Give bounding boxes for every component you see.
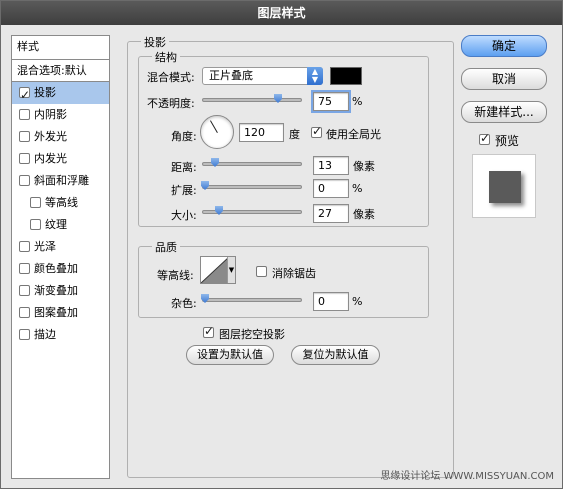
spread-label: 扩展: bbox=[171, 184, 197, 197]
style-item-checkbox[interactable] bbox=[19, 329, 30, 340]
size-slider-thumb[interactable] bbox=[215, 206, 223, 215]
style-item-label: 等高线 bbox=[45, 196, 78, 209]
style-item[interactable]: 外发光 bbox=[12, 126, 109, 148]
angle-dial[interactable] bbox=[200, 115, 234, 149]
ok-button[interactable]: 确定 bbox=[461, 35, 547, 57]
style-item[interactable]: 投影 bbox=[12, 82, 109, 106]
style-item-label: 颜色叠加 bbox=[34, 262, 78, 275]
style-item-checkbox[interactable] bbox=[19, 131, 30, 142]
reset-default-button[interactable]: 复位为默认值 bbox=[291, 345, 380, 365]
style-item-checkbox[interactable] bbox=[30, 197, 41, 208]
style-item-label: 斜面和浮雕 bbox=[34, 174, 89, 187]
knockout-checkbox[interactable] bbox=[203, 324, 214, 338]
noise-input[interactable]: 0 bbox=[313, 292, 349, 311]
distance-input[interactable]: 13 bbox=[313, 156, 349, 175]
chevron-down-icon[interactable]: ▼ bbox=[227, 257, 235, 283]
style-item-checkbox[interactable] bbox=[19, 307, 30, 318]
select-arrows-icon: ▲ ▼ bbox=[307, 67, 323, 85]
distance-unit: 像素 bbox=[353, 160, 375, 173]
noise-slider-thumb[interactable] bbox=[201, 294, 209, 303]
style-item[interactable]: 光泽 bbox=[12, 236, 109, 258]
set-default-button[interactable]: 设置为默认值 bbox=[186, 345, 274, 365]
blend-mode-select[interactable]: 正片叠底 ▲ ▼ bbox=[202, 67, 323, 85]
style-item[interactable]: 斜面和浮雕 bbox=[12, 170, 109, 192]
style-item-checkbox[interactable] bbox=[19, 109, 30, 120]
anti-alias-checkbox[interactable] bbox=[256, 266, 267, 277]
style-preview bbox=[472, 154, 536, 218]
style-item[interactable]: 描边 bbox=[12, 324, 109, 346]
style-item[interactable]: 内阴影 bbox=[12, 104, 109, 126]
style-item[interactable]: 图案叠加 bbox=[12, 302, 109, 324]
structure-title: 结构 bbox=[152, 49, 180, 65]
preview-checkbox[interactable] bbox=[479, 131, 490, 145]
blend-options-item[interactable]: 混合选项:默认 bbox=[12, 60, 109, 82]
global-light-checkbox[interactable] bbox=[311, 124, 322, 138]
blend-mode-value: 正片叠底 bbox=[209, 69, 253, 82]
style-item-label: 渐变叠加 bbox=[34, 284, 78, 297]
style-item-checkbox[interactable] bbox=[19, 153, 30, 164]
opacity-unit: % bbox=[352, 95, 363, 108]
new-style-button[interactable]: 新建样式... bbox=[461, 101, 547, 123]
window-title: 图层样式 bbox=[1, 1, 562, 25]
style-item[interactable]: 等高线 bbox=[12, 192, 109, 214]
contour-label: 等高线: bbox=[157, 269, 194, 282]
size-input[interactable]: 27 bbox=[313, 204, 349, 223]
style-item-label: 光泽 bbox=[34, 240, 56, 253]
style-item-label: 内阴影 bbox=[34, 108, 67, 121]
opacity-input[interactable]: 75 bbox=[311, 90, 351, 113]
style-item-checkbox[interactable] bbox=[19, 84, 30, 106]
style-item-label: 内发光 bbox=[34, 152, 67, 165]
style-item-label: 投影 bbox=[34, 86, 56, 99]
angle-label: 角度: bbox=[171, 130, 197, 143]
size-slider[interactable] bbox=[202, 206, 302, 215]
style-item[interactable]: 渐变叠加 bbox=[12, 280, 109, 302]
styles-header[interactable]: 样式 bbox=[12, 36, 109, 60]
cancel-button[interactable]: 取消 bbox=[461, 68, 547, 90]
style-item-checkbox[interactable] bbox=[30, 219, 41, 230]
angle-unit: 度 bbox=[289, 128, 300, 141]
anti-alias-label[interactable]: 消除锯齿 bbox=[272, 265, 316, 281]
style-item-checkbox[interactable] bbox=[19, 241, 30, 252]
knockout-label[interactable]: 图层挖空投影 bbox=[219, 326, 285, 342]
shadow-color-swatch[interactable] bbox=[330, 67, 362, 85]
layer-style-dialog: 图层样式 样式 混合选项:默认 投影内阴影外发光内发光斜面和浮雕等高线纹理光泽颜… bbox=[0, 0, 563, 489]
noise-unit: % bbox=[352, 295, 363, 308]
global-light-label[interactable]: 使用全局光 bbox=[326, 126, 381, 142]
style-item[interactable]: 内发光 bbox=[12, 148, 109, 170]
style-item-label: 描边 bbox=[34, 328, 56, 341]
opacity-slider-thumb[interactable] bbox=[274, 94, 282, 103]
style-item-label: 图案叠加 bbox=[34, 306, 78, 319]
style-item-checkbox[interactable] bbox=[19, 285, 30, 296]
size-label: 大小: bbox=[171, 209, 197, 222]
distance-slider-thumb[interactable] bbox=[211, 158, 219, 167]
style-item-label: 纹理 bbox=[45, 218, 67, 231]
spread-input[interactable]: 0 bbox=[313, 179, 349, 198]
style-item[interactable]: 纹理 bbox=[12, 214, 109, 236]
spread-slider-thumb[interactable] bbox=[201, 181, 209, 190]
spread-unit: % bbox=[352, 182, 363, 195]
drop-shadow-title: 投影 bbox=[141, 34, 169, 50]
opacity-slider[interactable] bbox=[202, 94, 302, 103]
angle-input[interactable]: 120 bbox=[239, 123, 284, 142]
spread-slider[interactable] bbox=[201, 181, 302, 190]
style-item[interactable]: 颜色叠加 bbox=[12, 258, 109, 280]
blend-mode-label: 混合模式: bbox=[147, 71, 195, 84]
distance-slider[interactable] bbox=[202, 158, 302, 167]
noise-slider[interactable] bbox=[201, 294, 302, 303]
preview-label[interactable]: 预览 bbox=[495, 132, 519, 149]
quality-title: 品质 bbox=[152, 239, 180, 255]
noise-label: 杂色: bbox=[171, 297, 197, 310]
contour-picker[interactable]: ▼ bbox=[200, 256, 236, 284]
preview-shape bbox=[489, 171, 521, 203]
angle-dial-needle bbox=[210, 120, 218, 133]
size-unit: 像素 bbox=[353, 208, 375, 221]
contour-curve-icon bbox=[201, 257, 229, 283]
distance-label: 距离: bbox=[171, 161, 197, 174]
style-list: 样式 混合选项:默认 投影内阴影外发光内发光斜面和浮雕等高线纹理光泽颜色叠加渐变… bbox=[11, 35, 110, 479]
watermark-text: 思缘设计论坛 WWW.MISSYUAN.COM bbox=[380, 471, 554, 482]
style-item-checkbox[interactable] bbox=[19, 263, 30, 274]
style-item-label: 外发光 bbox=[34, 130, 67, 143]
opacity-label: 不透明度: bbox=[147, 97, 195, 110]
style-item-checkbox[interactable] bbox=[19, 175, 30, 186]
